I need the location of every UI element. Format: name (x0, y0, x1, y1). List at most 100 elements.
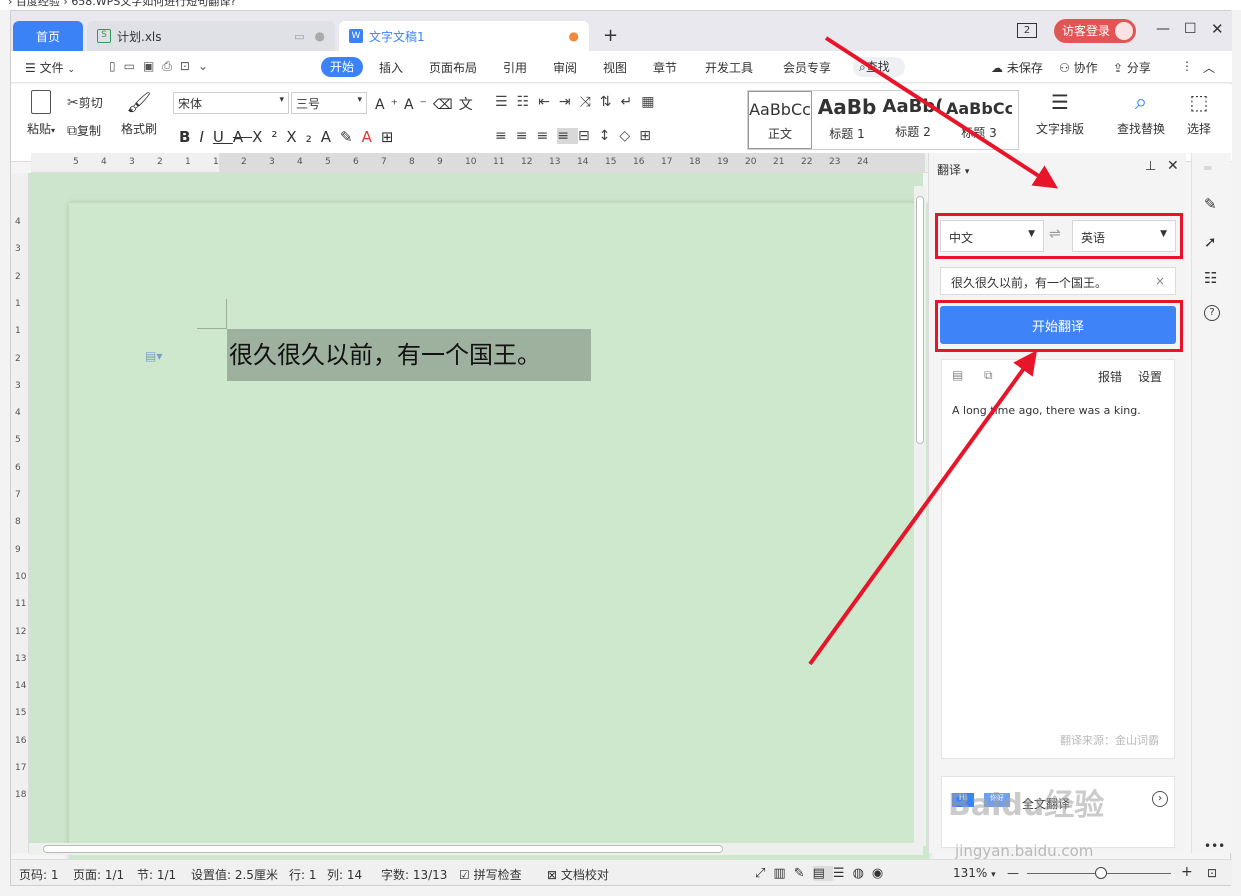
fullscreen-icon[interactable]: ⤢ (755, 866, 773, 881)
read-mode-icon[interactable]: ▥ (773, 866, 793, 881)
copy-source-icon[interactable]: ▤ (952, 368, 963, 382)
save-icon[interactable]: ▣ (143, 59, 162, 73)
document-page[interactable]: ▤▾ 很久很久以前，有一个国王。 (69, 203, 929, 863)
spell-check-button[interactable]: ☑ 拼写检查 (459, 866, 522, 883)
border-icon[interactable]: ⊞ (639, 128, 660, 144)
print-preview-icon[interactable]: ⊡ (180, 59, 198, 73)
tab-home[interactable]: 首页 (13, 21, 83, 51)
tab-page-layout[interactable]: 页面布局 (429, 59, 477, 76)
new-tab-button[interactable]: + (603, 25, 618, 46)
justify-icon[interactable]: ≡ (557, 128, 578, 144)
status-words[interactable]: 字数: 13/13 (381, 866, 447, 883)
new-doc-icon[interactable]: ▯ (109, 59, 124, 73)
search-box[interactable]: ⌕查找 (853, 57, 905, 77)
shading-icon[interactable]: ◇ (619, 128, 639, 144)
close-panel-icon[interactable]: ✕ (1167, 158, 1179, 174)
open-folder-icon[interactable]: ▭ (124, 59, 143, 73)
text-layout-button[interactable]: ☰ 文字排版 (1033, 90, 1087, 137)
tab-view[interactable]: 视图 (603, 59, 627, 76)
superscript-icon[interactable]: X² (252, 128, 286, 146)
breadcrumb-item[interactable]: 658.WPS文字如何进行短句翻译? (71, 0, 236, 8)
login-button[interactable]: 访客登录 (1054, 19, 1136, 43)
find-replace-button[interactable]: ⌕ 查找替换 (1111, 90, 1171, 137)
close-icon[interactable]: ✕ (1211, 20, 1224, 38)
chevron-right-icon[interactable]: › (1152, 791, 1168, 807)
tab-review[interactable]: 审阅 (553, 59, 577, 76)
underline-icon[interactable]: U (213, 128, 233, 146)
help-icon[interactable]: ? (1204, 305, 1220, 321)
sliders-icon[interactable]: ☷ (1204, 269, 1217, 287)
source-text-input[interactable]: 很久很久以前，有一个国王。 × (940, 267, 1176, 295)
breadcrumb-item[interactable]: 百度经验 (16, 0, 60, 8)
paste-button[interactable]: 粘贴▾ (23, 90, 59, 137)
tab-insert[interactable]: 插入 (379, 59, 403, 76)
cut-button[interactable]: ✂剪切 (67, 94, 103, 111)
copy-button[interactable]: ⧉复制 (67, 122, 101, 139)
pin-icon[interactable]: ⊥ (1145, 159, 1156, 174)
zoom-out-icon[interactable]: — (1007, 866, 1019, 880)
grow-font-icon[interactable]: A⁺ (375, 97, 404, 113)
table-icon[interactable]: ▦ (641, 94, 663, 110)
write-mode-icon[interactable]: ✎ (794, 866, 813, 881)
font-name-select[interactable]: 宋体 ▾ (173, 92, 289, 114)
increase-indent-icon[interactable]: ⇥ (559, 94, 580, 110)
horizontal-scrollbar[interactable] (29, 843, 923, 855)
start-translate-button[interactable]: 开始翻译 (940, 306, 1176, 344)
clear-format-icon[interactable]: ⌫ (433, 97, 459, 113)
paragraph-handle-icon[interactable]: ▤▾ (145, 349, 162, 363)
scroll-thumb[interactable] (916, 196, 924, 444)
report-error-link[interactable]: 报错 (1098, 368, 1122, 385)
chinese-layout-icon[interactable]: ⤨ (580, 94, 600, 110)
status-setting[interactable]: 设置值: 2.5厘米 (191, 866, 278, 883)
unsaved-button[interactable]: ☁ 未保存 (991, 59, 1043, 76)
scroll-thumb[interactable] (43, 845, 723, 853)
eye-icon[interactable]: ◉ (872, 866, 891, 881)
fit-page-icon[interactable]: ⊡ (1207, 866, 1217, 880)
font-size-select[interactable]: 三号 ▾ (291, 92, 367, 114)
show-marks-icon[interactable]: ↵ (621, 94, 642, 110)
char-border-icon[interactable]: ⊞ (381, 128, 403, 146)
phonetic-icon[interactable]: 文 (459, 97, 479, 113)
file-menu[interactable]: ☰ 文件 ⌄ (25, 59, 75, 76)
strikethrough-icon[interactable]: A (233, 128, 252, 146)
style-heading1[interactable]: AaBb 标题 1 (814, 91, 880, 149)
vertical-scrollbar[interactable] (914, 186, 926, 846)
more-icon[interactable]: ••• (1204, 839, 1225, 853)
status-col[interactable]: 列: 14 (327, 866, 362, 883)
zoom-slider[interactable] (1027, 867, 1171, 879)
source-language-select[interactable]: 中文 ▼ (940, 220, 1044, 252)
tab-member[interactable]: 会员专享 (783, 59, 831, 76)
tab-reference[interactable]: 引用 (503, 59, 527, 76)
status-page[interactable]: 页面: 1/1 (73, 866, 124, 883)
zoom-select[interactable]: 131% ▾ (953, 866, 996, 880)
style-normal[interactable]: AaBbCc 正文 (748, 91, 812, 149)
sort-icon[interactable]: ⇅ (600, 94, 621, 110)
style-heading2[interactable]: AaBb( 标题 2 (880, 91, 946, 149)
bold-icon[interactable]: B (179, 128, 199, 146)
tab-chapter[interactable]: 章节 (653, 59, 677, 76)
format-painter-button[interactable]: 🖌 格式刷 (119, 90, 159, 137)
highlight-icon[interactable]: ✎ (340, 128, 362, 146)
target-language-select[interactable]: 英语 ▼ (1072, 220, 1176, 252)
shrink-font-icon[interactable]: A⁻ (404, 97, 433, 113)
tab-doc[interactable]: W 文字文稿1 ● (339, 21, 589, 51)
subscript-icon[interactable]: X₂ (286, 128, 320, 146)
align-right-icon[interactable]: ≡ (536, 128, 557, 144)
status-section[interactable]: 节: 1/1 (137, 866, 176, 883)
web-view-icon[interactable]: ◍ (853, 866, 872, 881)
status-page-code[interactable]: 页码: 1 (19, 866, 59, 883)
tab-start[interactable]: 开始 (321, 57, 363, 77)
font-color-icon[interactable]: A (362, 128, 381, 146)
zoom-slider-thumb[interactable] (1095, 867, 1107, 879)
distribute-icon[interactable]: ⊟ (578, 128, 599, 144)
style-heading3[interactable]: AaBbCc 标题 3 (946, 91, 1012, 149)
bullet-list-icon[interactable]: ☰ (495, 94, 517, 110)
settings-link[interactable]: 设置 (1138, 368, 1162, 385)
line-spacing-icon[interactable]: ↕ (599, 128, 620, 144)
page-view-icon[interactable]: ▤ (812, 866, 833, 881)
panel-title[interactable]: 翻译 ▾ (937, 161, 969, 178)
more-vertical-icon[interactable]: ⋮ (1181, 59, 1193, 73)
maximize-icon[interactable]: ☐ (1184, 21, 1197, 37)
tab-developer[interactable]: 开发工具 (705, 59, 753, 76)
outline-icon[interactable]: ☰ (833, 866, 853, 881)
